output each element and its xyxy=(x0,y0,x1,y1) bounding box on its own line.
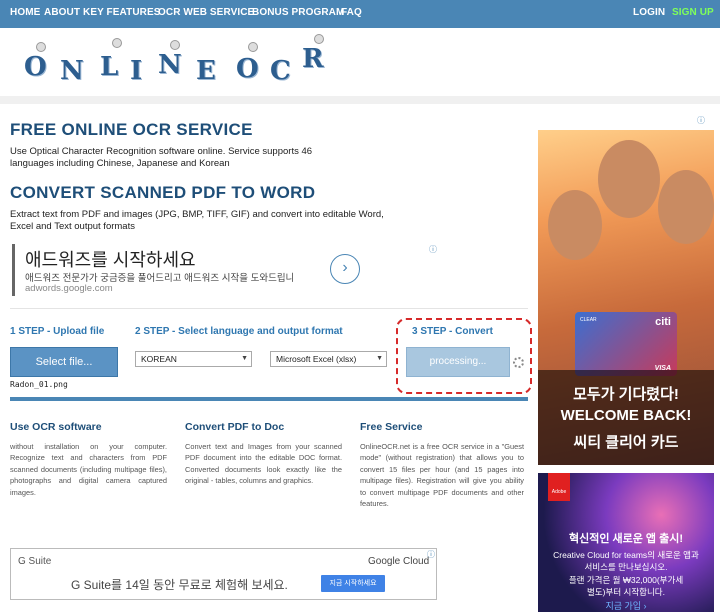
ad-info-icon[interactable]: ⓘ xyxy=(429,244,437,255)
chevron-down-icon: ▼ xyxy=(241,355,248,362)
feature-title: Use OCR software xyxy=(10,421,102,433)
logo-letter: I xyxy=(130,56,143,86)
language-value: KOREAN xyxy=(141,354,177,364)
step1-label: 1 STEP - Upload file xyxy=(10,326,105,337)
ad-line: 서비스를 만나보십시오. xyxy=(584,562,668,572)
logo-letter: N xyxy=(60,56,84,86)
nav-signup[interactable]: SIGN UP xyxy=(672,7,714,18)
logo[interactable]: O N L I N E O C R xyxy=(0,28,720,96)
card-brand: citi xyxy=(655,316,671,328)
ad-line: Creative Cloud for teams의 새로운 앱과 xyxy=(553,550,699,560)
divider xyxy=(10,308,528,309)
ad-info-icon[interactable]: ⓘ xyxy=(697,115,705,126)
ad-line: 모두가 기다렸다! xyxy=(573,386,679,403)
feature-text: Convert text and Images from your scanne… xyxy=(185,442,342,486)
mascot-figure xyxy=(314,34,324,44)
person-image xyxy=(598,140,660,218)
logo-letter: N xyxy=(158,50,182,80)
language-select[interactable]: KOREAN ▼ xyxy=(135,351,252,367)
logo-letter: O xyxy=(24,52,47,82)
nav-ocr-web-service[interactable]: OCR WEB SERVICE xyxy=(158,7,254,18)
ad-cta-button[interactable]: 지금 시작하세요 xyxy=(321,575,385,592)
ad-line: 별도)부터 시작합니다. xyxy=(587,587,665,597)
logo-letter: E xyxy=(196,56,216,86)
format-value: Microsoft Excel (xlsx) xyxy=(276,354,357,364)
file-name: Radon_01.png xyxy=(10,380,68,389)
feature-text: OnlineOCR.net is a free OCR service in a… xyxy=(360,442,524,509)
mascot-figure xyxy=(112,38,122,48)
section-title: CONVERT SCANNED PDF TO WORD xyxy=(10,183,316,202)
feature-title: Convert PDF to Doc xyxy=(185,421,285,433)
citi-side-ad[interactable]: CLEAR citi VISA 모두가 기다렸다! WELCOME BACK! … xyxy=(538,130,714,465)
nav-login[interactable]: LOGIN xyxy=(633,7,665,18)
chevron-down-icon: ▼ xyxy=(376,355,383,362)
chevron-right-icon[interactable]: › xyxy=(330,254,360,284)
ad-url[interactable]: adwords.google.com xyxy=(25,283,113,294)
select-file-button[interactable]: Select file... xyxy=(10,347,118,377)
feature-title: Free Service xyxy=(360,421,423,433)
gsuite-logo: G Suite xyxy=(18,556,52,567)
ad-body: 애드워즈 전문가가 궁금증을 풀어드리고 애드워즈 시작을 도와드립니 xyxy=(25,273,295,284)
ad-message: G Suite를 14일 동안 무료로 체험해 보세요. xyxy=(71,578,288,592)
ad-headline: 혁신적인 새로운 앱 출시! xyxy=(568,533,684,545)
mascot-figure xyxy=(36,42,46,52)
nav-home[interactable]: HOME xyxy=(10,7,40,18)
ad-headline: 애드워즈를 시작하세요 xyxy=(25,250,196,270)
adwords-ad[interactable]: 애드워즈를 시작하세요 애드워즈 전문가가 궁금증을 풀어드리고 애드워즈 시작… xyxy=(12,244,437,296)
nav-key-features[interactable]: KEY FEATURES xyxy=(83,7,161,18)
nav-about[interactable]: ABOUT xyxy=(44,7,80,18)
card-label: CLEAR xyxy=(580,317,597,323)
ad-line: WELCOME BACK! xyxy=(560,407,692,424)
logo-letter: O xyxy=(236,54,259,84)
credit-card-image: CLEAR citi VISA xyxy=(575,312,677,376)
ad-line: 플랜 가격은 월 ₩32,000(부가세 xyxy=(568,575,684,585)
google-cloud-logo: Google Cloud xyxy=(368,556,430,567)
logo-letter: R xyxy=(302,44,324,74)
format-select[interactable]: Microsoft Excel (xlsx) ▼ xyxy=(270,351,387,367)
mascot-figure xyxy=(170,40,180,50)
ad-info-icon[interactable]: ⓘ xyxy=(427,549,435,560)
highlight-box xyxy=(396,318,532,394)
logo-letter: C xyxy=(270,56,291,86)
intro-text: Use Optical Character Recognition softwa… xyxy=(10,146,313,169)
person-image xyxy=(548,190,602,260)
progress-divider xyxy=(10,397,528,401)
section-text: Extract text from PDF and images (JPG, B… xyxy=(10,209,384,232)
gsuite-ad[interactable]: G Suite Google Cloud G Suite를 14일 동안 무료로… xyxy=(10,548,437,600)
mascot-figure xyxy=(248,42,258,52)
nav-faq[interactable]: FAQ xyxy=(341,7,362,18)
ad-line: 씨티 클리어 카드 xyxy=(573,434,679,451)
feature-text: without installation on your computer. R… xyxy=(10,442,167,497)
signup-link[interactable]: 지금 가입 › xyxy=(538,599,714,612)
person-image xyxy=(658,170,714,244)
adobe-logo: Adobe xyxy=(548,473,570,501)
logo-letter: L xyxy=(100,52,119,82)
step2-label: 2 STEP - Select language and output form… xyxy=(135,326,343,337)
adobe-side-ad[interactable]: Adobe 혁신적인 새로운 앱 출시! Creative Cloud for … xyxy=(538,473,714,612)
logo-divider xyxy=(0,96,720,104)
nav-bonus-program[interactable]: BONUS PROGRAM xyxy=(252,7,344,18)
page-title: FREE ONLINE OCR SERVICE xyxy=(10,120,253,139)
top-nav: HOME ABOUT KEY FEATURES OCR WEB SERVICE … xyxy=(0,0,720,28)
